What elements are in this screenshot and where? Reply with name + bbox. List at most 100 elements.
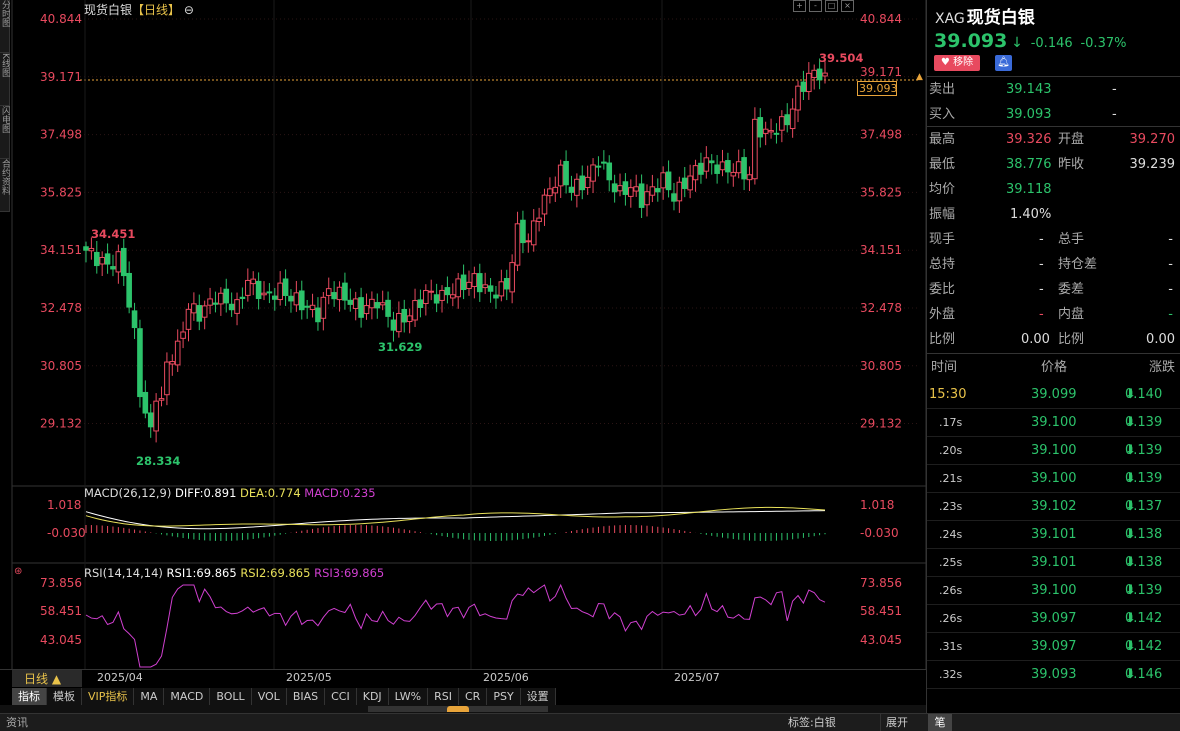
alert-bell-button[interactable]: 🔔︎ <box>995 55 1012 71</box>
tab-settings[interactable]: 设置 <box>521 688 556 705</box>
arrow-down-icon: ⬇ <box>1125 555 1136 570</box>
stat-label: 现手 <box>929 232 956 247</box>
tab-psy[interactable]: PSY <box>487 688 521 705</box>
candle-body <box>277 282 283 301</box>
stat-label: 均价 <box>929 182 956 197</box>
stat-row-amplitude: 振幅 1.40% <box>927 202 1180 227</box>
tab-vol[interactable]: VOL <box>252 688 287 705</box>
candle-body <box>320 296 327 319</box>
mark-high: 39.504 <box>819 51 863 65</box>
tick-price: 39.097 <box>1031 611 1077 626</box>
price-axis-label-left: 35.825 <box>40 185 82 199</box>
candle-body <box>525 240 532 243</box>
tick-price: 39.097 <box>1031 639 1077 654</box>
arrow-down-icon: ⬇ <box>1125 415 1136 430</box>
tick-price: 39.102 <box>1031 499 1077 514</box>
rsi1-value: RSI1:69.865 <box>166 566 237 580</box>
tab-lw[interactable]: LW% <box>389 688 429 705</box>
macd-dea-line <box>85 506 826 527</box>
candle-body <box>207 298 213 306</box>
candle-body <box>476 273 483 293</box>
stat-value: 0.00 <box>1021 332 1050 347</box>
stat-label: 最高 <box>929 132 956 147</box>
zoom-in-icon[interactable]: + <box>793 0 806 12</box>
scroll-grip[interactable] <box>447 706 469 712</box>
arrow-down-icon: ⬇ <box>1125 387 1136 402</box>
news-link[interactable]: 资讯 <box>6 714 28 731</box>
candle-body <box>250 278 257 285</box>
candle-body <box>617 185 623 192</box>
stat-open: 39.270 <box>1129 132 1176 147</box>
stat-label: 最低 <box>929 157 956 172</box>
timeframe-selector[interactable]: 日线 ▲ <box>12 669 82 687</box>
rsi3-value: RSI3:69.865 <box>314 566 385 580</box>
candle-body <box>530 220 537 246</box>
candle-body <box>423 290 429 304</box>
macd-diff: DIFF:0.891 <box>175 486 237 500</box>
tab-rsi[interactable]: RSI <box>428 688 459 705</box>
candle-body <box>363 305 370 315</box>
remove-watchlist-button[interactable]: ♥ 移除 <box>934 55 980 71</box>
candle-body <box>601 161 607 164</box>
candle-body <box>331 292 337 300</box>
candle-body <box>228 303 235 311</box>
tab-indicator[interactable]: 指标 <box>12 688 47 705</box>
ticks-header-change: 涨跌 <box>1148 360 1175 375</box>
candle-body <box>482 284 488 289</box>
tab-bias[interactable]: BIAS <box>287 688 326 705</box>
rsi-line <box>85 583 826 668</box>
tab-cr[interactable]: CR <box>459 688 488 705</box>
candle-body <box>120 247 127 277</box>
chart-scrollbar[interactable] <box>0 705 926 713</box>
candle-body <box>358 297 364 318</box>
candle-body <box>487 285 494 292</box>
chart-period[interactable]: 【日线】 <box>132 3 180 17</box>
tab-cci[interactable]: CCI <box>325 688 357 705</box>
stat-label: 内盘 <box>1058 307 1085 322</box>
candle-body <box>606 162 613 181</box>
tab-kdj[interactable]: KDJ <box>357 688 389 705</box>
stat-amplitude: 1.40% <box>1010 207 1052 222</box>
tick-row: .26s 39.097 0.142 ⬇ <box>927 605 1180 633</box>
ask-label: 卖出 <box>929 82 956 97</box>
stat-label: 委差 <box>1058 282 1085 297</box>
macd-axis-label-left: 1.018 <box>47 498 81 512</box>
stat-value: - <box>1168 307 1173 322</box>
rsi-settings-icon[interactable]: ⊛ <box>14 566 22 577</box>
tab-vip-indicator[interactable]: VIP指标 <box>82 688 135 705</box>
chart-settings-icon[interactable]: ⊖ <box>180 3 194 17</box>
candle-body <box>352 298 359 309</box>
tab-ma[interactable]: MA <box>134 688 165 705</box>
macd-legend: MACD(26,12,9) DIFF:0.891 DEA:0.774 MACD:… <box>84 486 376 500</box>
tick-time: .17s <box>939 416 963 429</box>
pen-button[interactable]: 笔 <box>928 714 952 731</box>
candle-body <box>806 72 812 93</box>
tab-boll[interactable]: BOLL <box>210 688 252 705</box>
candle-body <box>730 171 737 177</box>
tab-template[interactable]: 模板 <box>47 688 82 705</box>
tab-macd[interactable]: MACD <box>164 688 211 705</box>
date-label: 2025/05 <box>286 671 332 684</box>
tick-time: .26s <box>939 612 963 625</box>
fullscreen-icon[interactable]: □ <box>825 0 838 12</box>
candle-body <box>557 164 564 187</box>
price-axis-label-left: 30.805 <box>40 359 82 373</box>
close-icon[interactable]: × <box>841 0 854 12</box>
candle-body <box>622 181 629 195</box>
candle-body <box>633 186 640 192</box>
last-price: 39.093 <box>934 30 1008 52</box>
candle-body <box>266 291 273 294</box>
candle-body <box>719 161 726 171</box>
expand-button[interactable]: 展开 <box>880 714 924 731</box>
candle-body <box>309 304 316 311</box>
candle-body <box>153 400 159 432</box>
candle-body <box>99 256 105 265</box>
candle-body <box>660 172 666 189</box>
current-price-tag: 39.093 <box>857 81 898 96</box>
macd-dea: DEA:0.774 <box>240 486 301 500</box>
ticks-header-time: 时间 <box>931 360 958 375</box>
date-label: 2025/06 <box>483 671 529 684</box>
candle-body <box>784 114 791 126</box>
zoom-out-icon[interactable]: - <box>809 0 822 12</box>
candle-body <box>590 164 596 182</box>
